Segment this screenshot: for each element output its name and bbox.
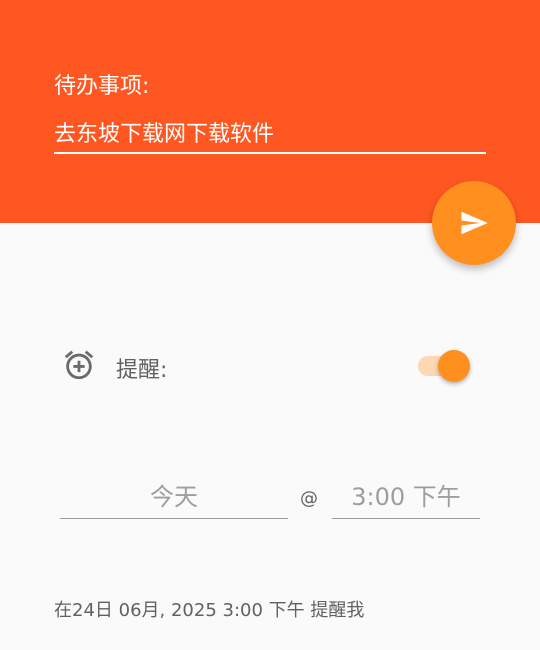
reminder-row: 提醒: xyxy=(0,340,540,390)
send-icon xyxy=(461,211,488,235)
at-separator: @ xyxy=(300,488,318,509)
reminder-toggle[interactable] xyxy=(416,350,472,382)
time-picker-field[interactable]: 3:00 下午 xyxy=(332,478,480,519)
todo-label: 待办事项: xyxy=(54,74,150,99)
reminder-label: 提醒: xyxy=(116,358,168,383)
date-picker-field[interactable]: 今天 xyxy=(60,478,288,519)
alarm-add-icon xyxy=(64,350,94,380)
todo-input[interactable] xyxy=(54,118,486,154)
toggle-thumb xyxy=(438,350,470,382)
send-button[interactable] xyxy=(432,181,516,265)
reminder-summary: 在24日 06月, 2025 3:00 下午 提醒我 xyxy=(54,600,365,621)
